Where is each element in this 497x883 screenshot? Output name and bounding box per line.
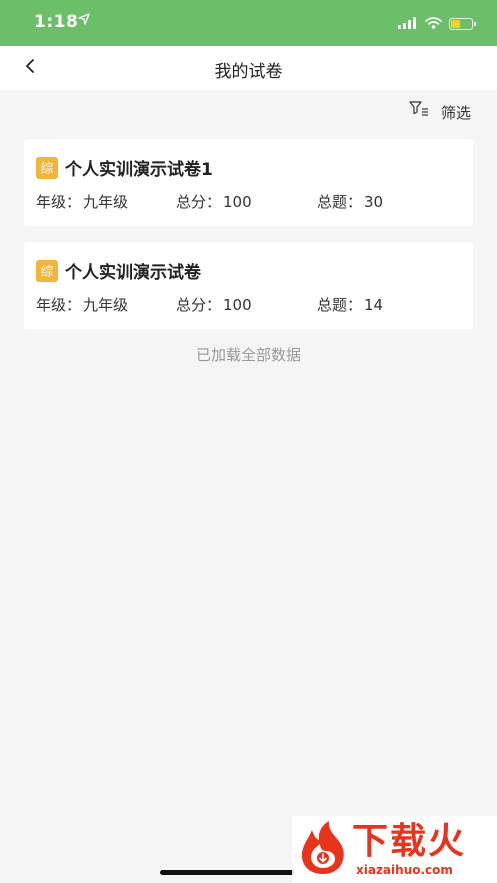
grade-label: 年级： [36, 296, 82, 314]
page-title: 我的试卷 [214, 62, 283, 82]
flame-logo-icon [298, 820, 348, 876]
card-title-row: 综 个人实训演示试卷1 [36, 155, 213, 180]
home-indicator [160, 870, 294, 875]
paper-score: 总分： 100 [176, 294, 252, 315]
paper-question-count: 总题： 14 [317, 294, 383, 315]
paper-grade: 年级： 九年级 [36, 294, 128, 315]
list-end-text: 已加载全部数据 [195, 346, 301, 364]
paper-score: 总分： 100 [176, 191, 252, 212]
watermark: 下载火 xiazaihuo.com [292, 816, 497, 883]
score-value: 100 [223, 296, 252, 314]
count-value: 30 [364, 193, 384, 211]
signal-bars-icon [398, 14, 418, 33]
score-value: 100 [223, 193, 252, 211]
status-indicators [398, 14, 476, 33]
category-badge: 综 [36, 156, 58, 179]
nav-bar: 我的试卷 [0, 46, 497, 90]
battery-level [451, 19, 460, 28]
battery-icon [449, 17, 476, 30]
paper-card[interactable]: 综 个人实训演示试卷1 年级： 九年级 总分： 100 总题： 30 [24, 139, 473, 226]
wifi-icon [425, 14, 442, 33]
category-badge: 综 [36, 259, 58, 282]
paper-card[interactable]: 综 个人实训演示试卷 年级： 九年级 总分： 100 总题： 14 [24, 242, 473, 329]
location-arrow-icon [78, 13, 90, 29]
count-label: 总题： [317, 193, 363, 211]
card-title-row: 综 个人实训演示试卷 [36, 258, 201, 283]
status-bar: 1:18 [0, 0, 497, 46]
grade-label: 年级： [36, 193, 82, 211]
filter-button[interactable]: 筛选 [409, 101, 471, 123]
grade-value: 九年级 [83, 193, 129, 211]
watermark-url: xiazaihuo.com [356, 863, 453, 877]
count-value: 14 [364, 296, 384, 314]
paper-question-count: 总题： 30 [317, 191, 383, 212]
grade-value: 九年级 [83, 296, 129, 314]
filter-label: 筛选 [440, 103, 471, 122]
filter-icon [409, 101, 429, 123]
score-label: 总分： [176, 193, 222, 211]
paper-grade: 年级： 九年级 [36, 191, 128, 212]
paper-title: 个人实训演示试卷1 [65, 160, 213, 180]
status-time: 1:18 [34, 12, 79, 32]
score-label: 总分： [176, 296, 222, 314]
paper-title: 个人实训演示试卷 [65, 263, 201, 283]
watermark-title: 下载火 [352, 821, 467, 862]
count-label: 总题： [317, 296, 363, 314]
